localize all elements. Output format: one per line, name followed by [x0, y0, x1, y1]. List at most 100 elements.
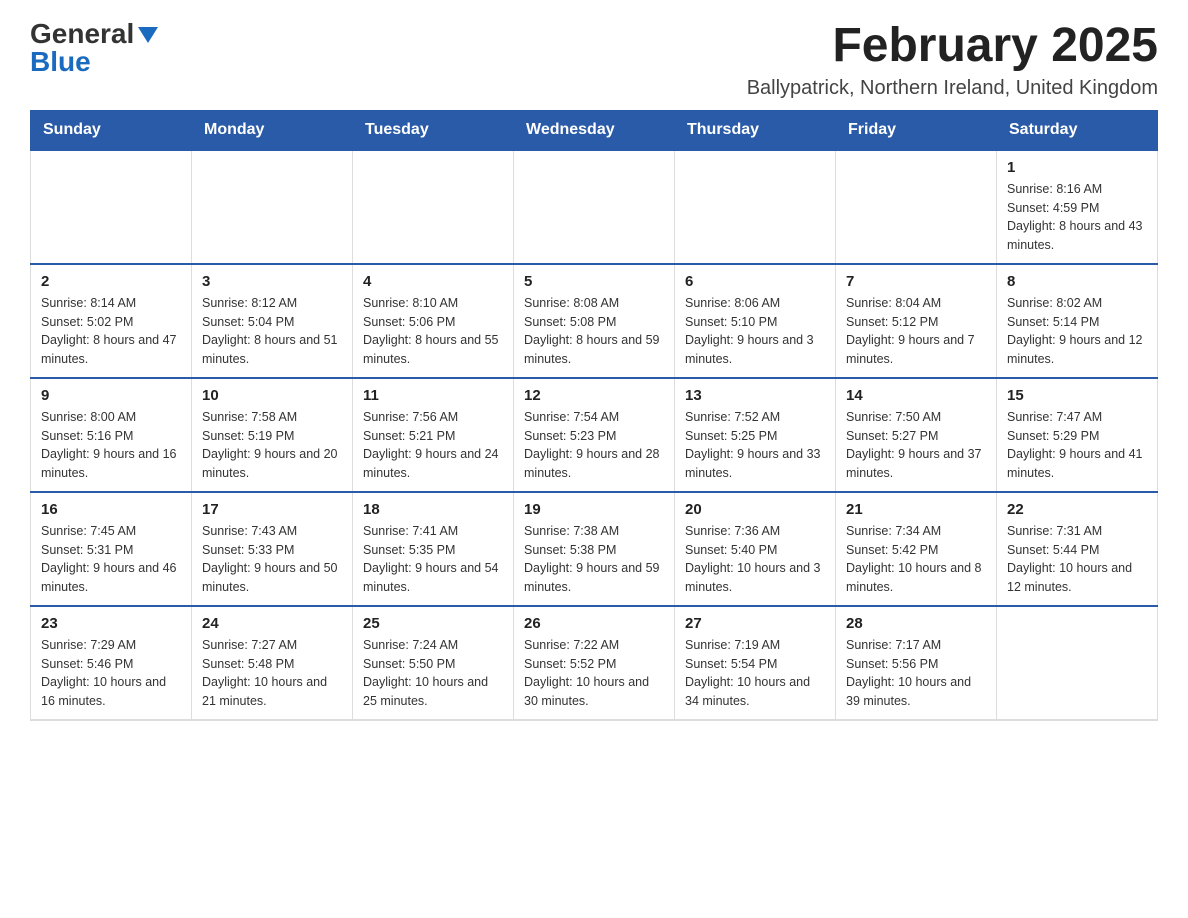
day-info: Sunrise: 7:56 AM Sunset: 5:21 PM Dayligh… — [363, 408, 503, 483]
day-number: 19 — [524, 501, 664, 518]
calendar-cell: 1 Sunrise: 8:16 AM Sunset: 4:59 PM Daylig… — [997, 150, 1158, 264]
calendar-cell: 10 Sunrise: 7:58 AM Sunset: 5:19 PM Dayli… — [192, 378, 353, 492]
day-number: 7 — [846, 273, 986, 290]
day-number: 6 — [685, 273, 825, 290]
calendar-cell: 20 Sunrise: 7:36 AM Sunset: 5:40 PM Dayli… — [675, 492, 836, 606]
weekday-header-tuesday: Tuesday — [353, 110, 514, 150]
day-number: 2 — [41, 273, 181, 290]
page-header: General Blue February 2025 Ballypatrick,… — [30, 20, 1158, 100]
day-number: 10 — [202, 387, 342, 404]
day-number: 28 — [846, 615, 986, 632]
calendar-cell: 8Sunrise: 8:02 AM Sunset: 5:14 PM Daylig… — [997, 264, 1158, 378]
week-row-4: 16 Sunrise: 7:45 AM Sunset: 5:31 PM Dayli… — [31, 492, 1158, 606]
calendar-cell: 12 Sunrise: 7:54 AM Sunset: 5:23 PM Dayli… — [514, 378, 675, 492]
day-info: Sunrise: 7:36 AM Sunset: 5:40 PM Dayligh… — [685, 522, 825, 597]
logo: General Blue — [30, 20, 158, 76]
day-info: Sunrise: 8:14 AM Sunset: 5:02 PM Dayligh… — [41, 294, 181, 369]
day-info: Sunrise: 8:06 AM Sunset: 5:10 PM Dayligh… — [685, 294, 825, 369]
day-number: 24 — [202, 615, 342, 632]
day-info: Sunrise: 8:08 AM Sunset: 5:08 PM Dayligh… — [524, 294, 664, 369]
calendar-cell: 22Sunrise: 7:31 AM Sunset: 5:44 PM Dayli… — [997, 492, 1158, 606]
day-info: Sunrise: 7:58 AM Sunset: 5:19 PM Dayligh… — [202, 408, 342, 483]
day-number: 17 — [202, 501, 342, 518]
calendar-cell: 23 Sunrise: 7:29 AM Sunset: 5:46 PM Dayli… — [31, 606, 192, 720]
day-info: Sunrise: 7:50 AM Sunset: 5:27 PM Dayligh… — [846, 408, 986, 483]
day-number: 16 — [41, 501, 181, 518]
location-subtitle: Ballypatrick, Northern Ireland, United K… — [747, 77, 1158, 100]
calendar-cell: 24 Sunrise: 7:27 AM Sunset: 5:48 PM Dayli… — [192, 606, 353, 720]
calendar-cell: 7 Sunrise: 8:04 AM Sunset: 5:12 PM Daylig… — [836, 264, 997, 378]
day-info: Sunrise: 7:19 AM Sunset: 5:54 PM Dayligh… — [685, 636, 825, 711]
week-row-3: 9 Sunrise: 8:00 AM Sunset: 5:16 PM Daylig… — [31, 378, 1158, 492]
day-info: Sunrise: 7:27 AM Sunset: 5:48 PM Dayligh… — [202, 636, 342, 711]
calendar-cell: 25 Sunrise: 7:24 AM Sunset: 5:50 PM Dayli… — [353, 606, 514, 720]
day-number: 27 — [685, 615, 825, 632]
day-number: 14 — [846, 387, 986, 404]
day-number: 12 — [524, 387, 664, 404]
calendar-cell — [31, 150, 192, 264]
day-info: Sunrise: 8:00 AM Sunset: 5:16 PM Dayligh… — [41, 408, 181, 483]
day-info: Sunrise: 7:34 AM Sunset: 5:42 PM Dayligh… — [846, 522, 986, 597]
calendar-cell — [675, 150, 836, 264]
calendar-cell: 15Sunrise: 7:47 AM Sunset: 5:29 PM Dayli… — [997, 378, 1158, 492]
week-row-1: 1 Sunrise: 8:16 AM Sunset: 4:59 PM Daylig… — [31, 150, 1158, 264]
day-info: Sunrise: 8:16 AM Sunset: 4:59 PM Dayligh… — [1007, 180, 1147, 255]
calendar-cell: 18Sunrise: 7:41 AM Sunset: 5:35 PM Dayli… — [353, 492, 514, 606]
weekday-header-monday: Monday — [192, 110, 353, 150]
calendar-cell: 13 Sunrise: 7:52 AM Sunset: 5:25 PM Dayli… — [675, 378, 836, 492]
day-number: 18 — [363, 501, 503, 518]
weekday-header-thursday: Thursday — [675, 110, 836, 150]
day-number: 22 — [1007, 501, 1147, 518]
calendar-cell: 2 Sunrise: 8:14 AM Sunset: 5:02 PM Daylig… — [31, 264, 192, 378]
weekday-header-saturday: Saturday — [997, 110, 1158, 150]
day-number: 20 — [685, 501, 825, 518]
day-info: Sunrise: 7:54 AM Sunset: 5:23 PM Dayligh… — [524, 408, 664, 483]
weekday-header-friday: Friday — [836, 110, 997, 150]
day-info: Sunrise: 8:12 AM Sunset: 5:04 PM Dayligh… — [202, 294, 342, 369]
calendar-table: SundayMondayTuesdayWednesdayThursdayFrid… — [30, 110, 1158, 721]
week-row-2: 2 Sunrise: 8:14 AM Sunset: 5:02 PM Daylig… — [31, 264, 1158, 378]
calendar-cell: 11 Sunrise: 7:56 AM Sunset: 5:21 PM Dayli… — [353, 378, 514, 492]
day-info: Sunrise: 7:22 AM Sunset: 5:52 PM Dayligh… — [524, 636, 664, 711]
day-number: 15 — [1007, 387, 1147, 404]
day-number: 3 — [202, 273, 342, 290]
day-number: 26 — [524, 615, 664, 632]
calendar-cell: 28 Sunrise: 7:17 AM Sunset: 5:56 PM Dayli… — [836, 606, 997, 720]
day-number: 5 — [524, 273, 664, 290]
calendar-cell: 21 Sunrise: 7:34 AM Sunset: 5:42 PM Dayli… — [836, 492, 997, 606]
day-info: Sunrise: 8:10 AM Sunset: 5:06 PM Dayligh… — [363, 294, 503, 369]
calendar-cell — [514, 150, 675, 264]
calendar-cell: 17 Sunrise: 7:43 AM Sunset: 5:33 PM Dayli… — [192, 492, 353, 606]
day-number: 23 — [41, 615, 181, 632]
day-info: Sunrise: 7:52 AM Sunset: 5:25 PM Dayligh… — [685, 408, 825, 483]
day-number: 21 — [846, 501, 986, 518]
day-number: 1 — [1007, 159, 1147, 176]
day-number: 9 — [41, 387, 181, 404]
weekday-header-wednesday: Wednesday — [514, 110, 675, 150]
day-info: Sunrise: 7:45 AM Sunset: 5:31 PM Dayligh… — [41, 522, 181, 597]
calendar-cell: 16 Sunrise: 7:45 AM Sunset: 5:31 PM Dayli… — [31, 492, 192, 606]
day-info: Sunrise: 7:24 AM Sunset: 5:50 PM Dayligh… — [363, 636, 503, 711]
day-info: Sunrise: 7:43 AM Sunset: 5:33 PM Dayligh… — [202, 522, 342, 597]
day-info: Sunrise: 7:38 AM Sunset: 5:38 PM Dayligh… — [524, 522, 664, 597]
day-info: Sunrise: 8:04 AM Sunset: 5:12 PM Dayligh… — [846, 294, 986, 369]
calendar-cell: 5 Sunrise: 8:08 AM Sunset: 5:08 PM Daylig… — [514, 264, 675, 378]
calendar-cell: 9 Sunrise: 8:00 AM Sunset: 5:16 PM Daylig… — [31, 378, 192, 492]
calendar-cell: 27 Sunrise: 7:19 AM Sunset: 5:54 PM Dayli… — [675, 606, 836, 720]
week-row-5: 23 Sunrise: 7:29 AM Sunset: 5:46 PM Dayli… — [31, 606, 1158, 720]
calendar-cell: 4Sunrise: 8:10 AM Sunset: 5:06 PM Daylig… — [353, 264, 514, 378]
logo-arrow-icon — [138, 27, 158, 43]
title-section: February 2025 Ballypatrick, Northern Ire… — [747, 20, 1158, 100]
calendar-cell: 14 Sunrise: 7:50 AM Sunset: 5:27 PM Dayli… — [836, 378, 997, 492]
day-number: 13 — [685, 387, 825, 404]
day-info: Sunrise: 8:02 AM Sunset: 5:14 PM Dayligh… — [1007, 294, 1147, 369]
month-title: February 2025 — [747, 20, 1158, 73]
weekday-header-row: SundayMondayTuesdayWednesdayThursdayFrid… — [31, 110, 1158, 150]
day-info: Sunrise: 7:29 AM Sunset: 5:46 PM Dayligh… — [41, 636, 181, 711]
calendar-cell — [192, 150, 353, 264]
weekday-header-sunday: Sunday — [31, 110, 192, 150]
day-number: 25 — [363, 615, 503, 632]
day-number: 11 — [363, 387, 503, 404]
logo-blue: Blue — [30, 48, 91, 76]
day-info: Sunrise: 7:17 AM Sunset: 5:56 PM Dayligh… — [846, 636, 986, 711]
